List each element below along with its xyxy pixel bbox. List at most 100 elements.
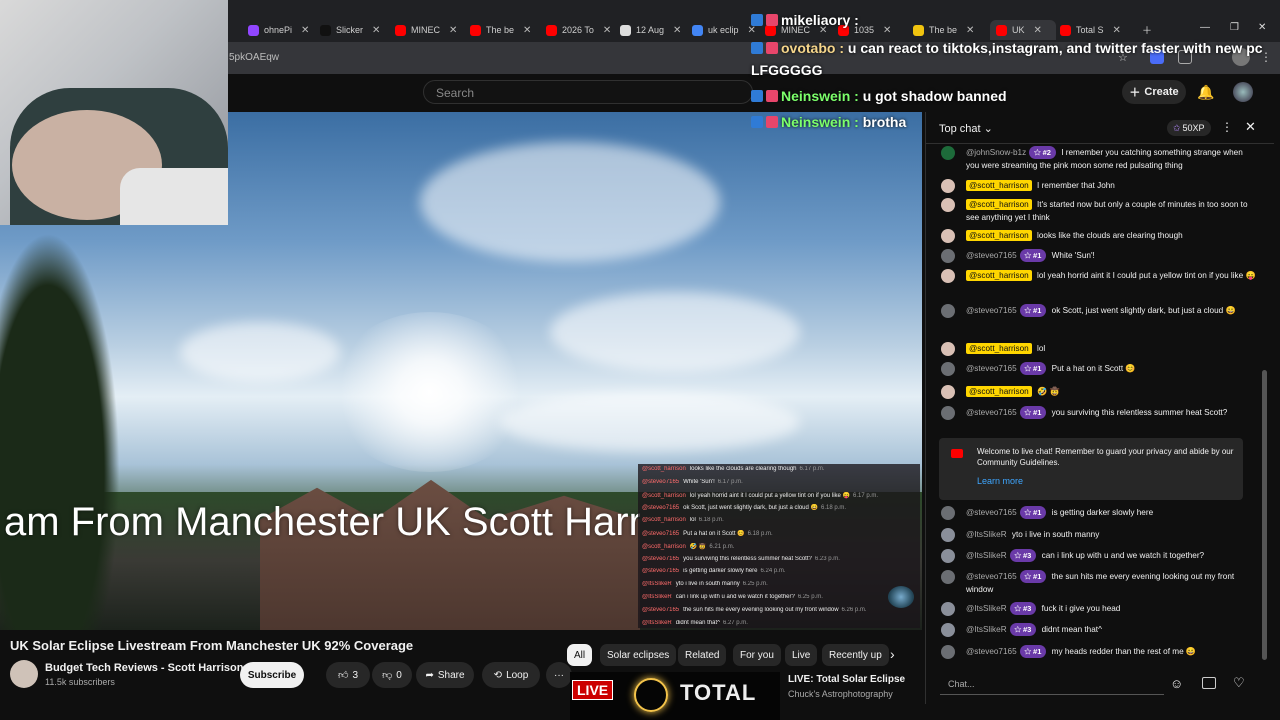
- chat-avatar[interactable]: [941, 179, 955, 193]
- loop-button[interactable]: ⟲ Loop: [482, 662, 540, 688]
- search-input[interactable]: Search: [423, 80, 753, 104]
- close-tab-icon[interactable]: ✕: [301, 25, 309, 36]
- browser-tab[interactable]: Slicker ✕: [320, 20, 390, 40]
- chat-input[interactable]: Chat...: [940, 673, 1164, 695]
- browser-tab[interactable]: ohnePi ✕: [248, 20, 318, 40]
- recommended-channel[interactable]: Chuck's Astrophotography: [788, 689, 893, 699]
- chat-message-body: @ItsSlikeR ✩ #3 didnt mean that^: [966, 623, 1256, 636]
- chat-mode-dropdown[interactable]: Top chat ⌄: [939, 122, 993, 135]
- chat-avatar[interactable]: [941, 385, 955, 399]
- chat-avatar[interactable]: [941, 506, 955, 520]
- chat-avatar[interactable]: [941, 602, 955, 616]
- chat-avatar[interactable]: [941, 249, 955, 263]
- new-tab-button[interactable]: ＋: [1142, 22, 1152, 37]
- chat-scrollbar[interactable]: [1262, 370, 1267, 660]
- embedded-chat-user: @steveo7165: [642, 568, 680, 575]
- chat-username[interactable]: @ItsSlikeR: [966, 530, 1007, 539]
- maximize-icon[interactable]: ❐: [1230, 22, 1239, 33]
- chat-username[interactable]: @scott_harrison: [966, 180, 1032, 191]
- chat-username[interactable]: @ItsSlikeR: [966, 551, 1007, 560]
- browser-tab[interactable]: UK ✕: [990, 20, 1056, 40]
- chat-avatar[interactable]: [941, 198, 955, 212]
- notifications-bell-icon[interactable]: 🔔: [1197, 84, 1214, 101]
- browser-tab[interactable]: MINEC ✕: [395, 20, 465, 40]
- minimize-icon[interactable]: —: [1200, 22, 1210, 33]
- chat-avatar[interactable]: [941, 269, 955, 283]
- close-tab-icon[interactable]: ✕: [523, 25, 531, 36]
- close-chat-icon[interactable]: ✕: [1245, 119, 1256, 135]
- chat-avatar[interactable]: [941, 406, 955, 420]
- filter-chip[interactable]: Live: [785, 644, 818, 666]
- chat-username[interactable]: @scott_harrison: [966, 343, 1032, 354]
- recommended-thumbnail[interactable]: LIVE TOTAL: [570, 672, 780, 720]
- thumbs-down-icon: 👎︎: [382, 670, 393, 681]
- chat-username[interactable]: @steveo7165: [966, 364, 1017, 373]
- browser-tab[interactable]: The be ✕: [913, 20, 983, 40]
- chat-username[interactable]: @steveo7165: [966, 251, 1017, 260]
- chat-username[interactable]: @scott_harrison: [966, 270, 1032, 281]
- chevron-right-icon[interactable]: ›: [890, 646, 895, 662]
- close-tab-icon[interactable]: ✕: [372, 25, 380, 36]
- super-chat-icon[interactable]: [1202, 677, 1216, 689]
- share-icon: ➦: [425, 669, 434, 681]
- account-avatar[interactable]: [1233, 82, 1253, 102]
- dislike-button[interactable]: 👎︎ 0: [372, 662, 412, 688]
- close-tab-icon[interactable]: ✕: [673, 25, 681, 36]
- channel-avatar[interactable]: [10, 660, 38, 688]
- close-tab-icon[interactable]: ✕: [1034, 25, 1042, 36]
- filter-chip[interactable]: Recently up: [822, 644, 889, 666]
- chat-username[interactable]: @steveo7165: [966, 508, 1017, 517]
- chat-text: my heads redder than the rest of me 😄: [1051, 647, 1197, 656]
- chat-username[interactable]: @scott_harrison: [966, 386, 1032, 397]
- chat-avatar[interactable]: [941, 146, 955, 160]
- chat-username[interactable]: @ItsSlikeR: [966, 604, 1007, 613]
- chat-username[interactable]: @ItsSlikeR: [966, 625, 1007, 634]
- close-window-icon[interactable]: ✕: [1258, 22, 1266, 33]
- close-tab-icon[interactable]: ✕: [603, 25, 611, 36]
- channel-name[interactable]: Budget Tech Reviews - Scott Harrison: [45, 662, 243, 674]
- address-url[interactable]: 5pkOAEqw: [229, 52, 279, 63]
- plus-icon: ＋: [1129, 87, 1141, 99]
- browser-tab[interactable]: uk eclip ✕: [692, 20, 760, 40]
- more-actions-button[interactable]: ···: [546, 662, 572, 688]
- xp-badge[interactable]: ✩ 50XP: [1167, 120, 1211, 136]
- create-button[interactable]: ＋ Create: [1122, 80, 1186, 104]
- chat-avatar[interactable]: [941, 229, 955, 243]
- embedded-chat-time: 6.17 p.m.: [853, 492, 879, 499]
- chat-avatar[interactable]: [941, 362, 955, 376]
- heart-icon[interactable]: ♡: [1233, 675, 1245, 691]
- close-tab-icon[interactable]: ✕: [449, 25, 457, 36]
- chat-username[interactable]: @scott_harrison: [966, 199, 1032, 210]
- filter-chip[interactable]: All: [567, 644, 593, 666]
- chat-username[interactable]: @steveo7165: [966, 572, 1017, 581]
- filter-chip[interactable]: For you: [733, 644, 781, 666]
- close-tab-icon[interactable]: ✕: [883, 25, 891, 36]
- chat-username[interactable]: @scott_harrison: [966, 230, 1032, 241]
- chat-avatar[interactable]: [941, 342, 955, 356]
- subscribe-button[interactable]: Subscribe: [240, 662, 304, 688]
- filter-chip[interactable]: Solar eclipses: [600, 644, 677, 666]
- chat-avatar[interactable]: [941, 623, 955, 637]
- browser-tab[interactable]: 12 Aug ✕: [620, 20, 688, 40]
- close-tab-icon[interactable]: ✕: [966, 25, 974, 36]
- like-button[interactable]: 👍︎ 3: [326, 662, 370, 688]
- chat-avatar[interactable]: [941, 645, 955, 659]
- chat-avatar[interactable]: [941, 528, 955, 542]
- browser-tab[interactable]: The be ✕: [470, 20, 540, 40]
- chat-menu-icon[interactable]: ⋮: [1221, 120, 1233, 134]
- chat-username[interactable]: @steveo7165: [966, 647, 1017, 656]
- chat-username[interactable]: @steveo7165: [966, 408, 1017, 417]
- chat-username[interactable]: @johnSnow-b1z: [966, 148, 1026, 157]
- close-tab-icon[interactable]: ✕: [1113, 25, 1121, 36]
- chat-avatar[interactable]: [941, 549, 955, 563]
- chat-avatar[interactable]: [941, 570, 955, 584]
- chat-username[interactable]: @steveo7165: [966, 306, 1017, 315]
- recommended-title[interactable]: LIVE: Total Solar Eclipse: [788, 674, 905, 685]
- share-button[interactable]: ➦ Share: [416, 662, 474, 688]
- browser-tab[interactable]: 2026 To ✕: [546, 20, 616, 40]
- chat-avatar[interactable]: [941, 304, 955, 318]
- filter-chip[interactable]: Related: [678, 644, 727, 666]
- browser-tab[interactable]: Total S ✕: [1060, 20, 1130, 40]
- emoji-icon[interactable]: ☺: [1170, 676, 1183, 691]
- learn-more-link[interactable]: Learn more: [977, 476, 1023, 486]
